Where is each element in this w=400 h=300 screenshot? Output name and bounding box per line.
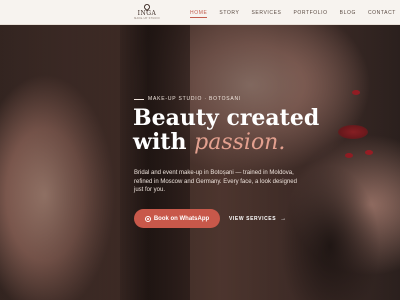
site-header: INGA MAKE-UP STUDIO HOME STORY SERVICES … [0,0,400,25]
nav-home[interactable]: HOME [190,2,208,24]
hero-section: MAKE-UP STUDIO · BOTOSANI Beauty created… [0,25,400,300]
view-services-link[interactable]: VIEW SERVICES → [229,213,287,224]
nav-services[interactable]: SERVICES [251,2,281,24]
view-services-label: VIEW SERVICES [229,215,277,222]
nav-portfolio[interactable]: PORTFOLIO [293,2,327,24]
arrow-right-icon: → [280,215,287,222]
brand-logo[interactable]: INGA MAKE-UP STUDIO [130,2,164,23]
main-nav: HOME STORY SERVICES PORTFOLIO BLOG CONTA… [190,0,400,25]
hero-eyebrow: MAKE-UP STUDIO · BOTOSANI [134,96,241,102]
hero-headline: Beauty created with passion. [133,106,373,155]
nav-story[interactable]: STORY [219,2,239,24]
headline-line1: Beauty created [133,105,320,131]
book-whatsapp-button[interactable]: Book on WhatsApp [134,209,220,228]
nav-contact[interactable]: CONTACT [368,2,396,24]
nav-blog[interactable]: BLOG [340,2,356,24]
cta-label: Book on WhatsApp [153,215,210,222]
whatsapp-icon [144,215,151,222]
hero-description: Bridal and event make-up in Botoșani — t… [134,170,297,193]
hero-overlay [0,25,400,300]
headline-accent: passion. [194,130,286,155]
headline-with: with [133,129,187,155]
brand-subtitle: MAKE-UP STUDIO [134,17,160,20]
hero-eyebrow-text: MAKE-UP STUDIO · BOTOSANI [148,96,242,102]
eyebrow-line [134,98,144,100]
